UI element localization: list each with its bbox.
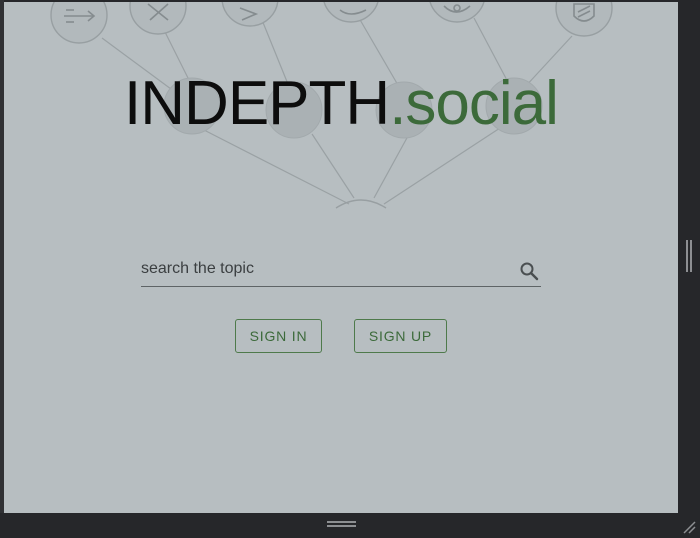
search-input[interactable] — [141, 254, 501, 284]
vertical-resize-handle[interactable] — [686, 240, 692, 272]
search-bar — [141, 254, 541, 287]
devtools-bottom-bar — [0, 513, 700, 538]
devtools-side-panel — [678, 0, 700, 513]
sign-in-button[interactable]: SIGN IN — [235, 319, 322, 353]
sign-up-button[interactable]: SIGN UP — [354, 319, 447, 353]
search-icon[interactable] — [519, 261, 539, 281]
logo-tld-text: .social — [389, 69, 559, 138]
corner-resize-icon[interactable] — [682, 520, 696, 534]
logo-main-text: INDEPTH — [124, 69, 390, 138]
horizontal-resize-handle[interactable] — [327, 521, 356, 527]
app-viewport: INDEPTH.social SIGN IN SIGN UP — [4, 2, 678, 513]
site-logo[interactable]: INDEPTH.social — [4, 72, 678, 136]
